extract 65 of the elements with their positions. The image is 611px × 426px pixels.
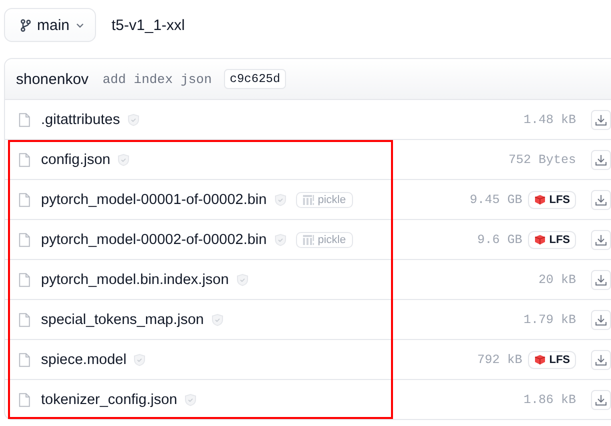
download-button[interactable] <box>591 350 611 370</box>
file-name[interactable]: tokenizer_config.json <box>41 392 178 408</box>
lfs-tag: LFS <box>528 230 576 248</box>
file-size: 1.48 kB <box>523 112 576 126</box>
shield-icon <box>236 274 248 286</box>
cube-icon <box>534 234 546 245</box>
download-icon <box>595 354 607 366</box>
shield-icon <box>274 194 286 206</box>
file-name[interactable]: pytorch_model.bin.index.json <box>41 272 229 288</box>
file-icon <box>19 352 30 366</box>
commit-hash[interactable]: c9c625d <box>224 69 286 89</box>
cube-icon <box>534 354 546 365</box>
file-icon <box>19 392 30 406</box>
file-icon <box>19 232 30 246</box>
file-size: 9.45 GB <box>470 192 522 206</box>
file-name[interactable]: pytorch_model-00002-of-00002.bin <box>41 232 267 248</box>
commit-author[interactable]: shonenkov <box>16 70 89 88</box>
download-icon <box>595 194 607 206</box>
file-size: 752 Bytes <box>508 152 576 166</box>
file-icon <box>19 312 30 326</box>
file-icon <box>19 112 30 126</box>
download-button[interactable] <box>591 110 611 130</box>
repo-name: t5-v1_1-xxl <box>112 16 185 34</box>
download-button[interactable] <box>591 310 611 330</box>
file-icon <box>19 272 30 286</box>
shield-icon <box>118 154 130 166</box>
commit-message[interactable]: add index json <box>102 72 212 86</box>
download-icon <box>595 394 607 406</box>
lfs-tag: LFS <box>528 350 576 368</box>
download-icon <box>595 314 607 326</box>
shield-icon <box>134 354 146 366</box>
download-icon <box>595 234 607 246</box>
branch-icon <box>20 18 31 32</box>
shield-icon <box>185 394 196 406</box>
pickle-tag: pickle <box>296 232 353 248</box>
shield-icon <box>274 234 286 246</box>
download-icon <box>595 154 607 166</box>
branch-button[interactable]: main <box>4 8 96 42</box>
file-name[interactable]: .gitattributes <box>41 112 120 128</box>
file-size: 20 kB <box>538 272 576 286</box>
caret-icon <box>76 22 84 28</box>
file-name[interactable]: pytorch_model-00001-of-00002.bin <box>41 192 267 208</box>
file-size: 792 kB <box>477 352 522 366</box>
shield-icon <box>212 314 223 326</box>
file-size: 9.6 GB <box>477 232 522 246</box>
lfs-tag: LFS <box>528 190 576 208</box>
file-size: 1.79 kB <box>523 312 576 326</box>
download-button[interactable] <box>591 190 611 210</box>
pickle-icon <box>302 194 314 204</box>
file-name[interactable]: spiece.model <box>41 352 126 368</box>
shield-icon <box>128 114 139 126</box>
pickle-tag: pickle <box>296 192 353 208</box>
pickle-icon <box>302 234 314 244</box>
file-size: 1.86 kB <box>523 392 576 406</box>
file-icon <box>19 192 30 206</box>
download-button[interactable] <box>591 270 611 290</box>
file-name[interactable]: special_tokens_map.json <box>41 312 204 328</box>
file-icon <box>19 152 30 166</box>
file-name[interactable]: config.json <box>41 152 110 168</box>
download-button[interactable] <box>591 150 611 170</box>
cube-icon <box>534 194 546 205</box>
download-icon <box>595 114 607 126</box>
download-button[interactable] <box>591 230 611 250</box>
download-button[interactable] <box>591 390 611 410</box>
download-icon <box>595 274 607 286</box>
